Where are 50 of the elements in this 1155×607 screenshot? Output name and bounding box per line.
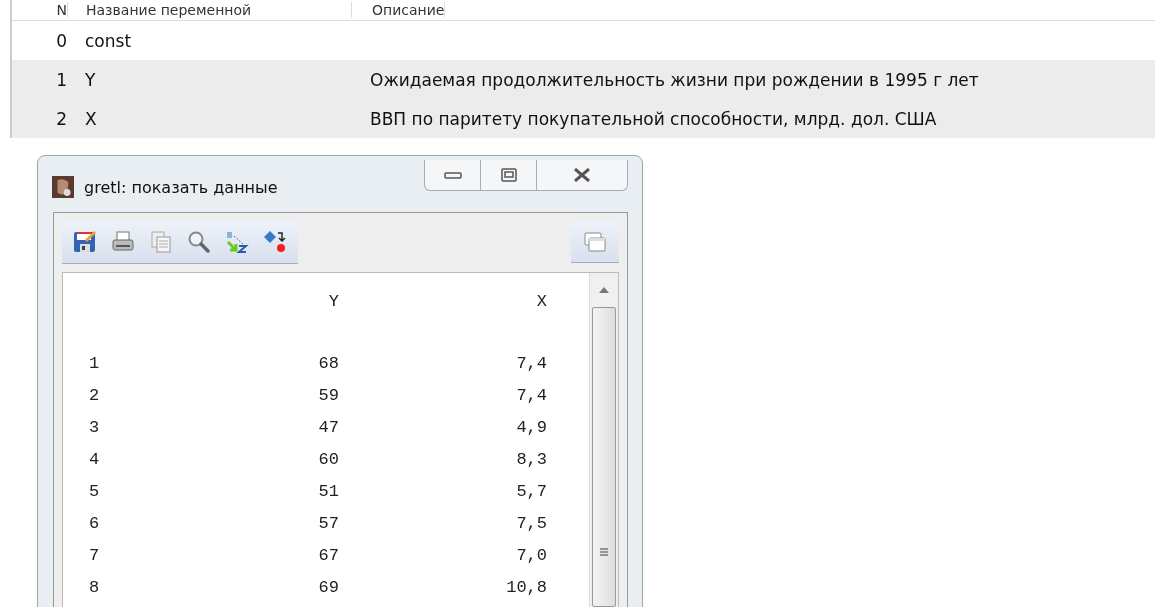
window-title: gretl: показать данные <box>84 177 278 197</box>
row-number: 2 <box>88 385 101 405</box>
maximize-icon <box>500 168 517 182</box>
variable-description: Ожидаемая продолжительность жизни при рождении в 1995 г лет <box>369 69 979 90</box>
data-value: 7,4 <box>515 353 547 373</box>
variable-number: 0 <box>55 30 67 51</box>
data-value: 7,4 <box>515 385 547 405</box>
close-icon <box>572 168 592 182</box>
scroll-up-icon[interactable] <box>599 287 609 293</box>
variable-number: 2 <box>55 108 67 129</box>
variable-number: 1 <box>55 69 67 90</box>
data-value: 59 <box>317 385 339 405</box>
row-number: 4 <box>88 449 101 469</box>
data-value: 7,5 <box>515 513 547 533</box>
data-value: 60 <box>317 449 339 469</box>
row-number: 1 <box>88 353 101 373</box>
data-value: 67 <box>317 545 339 565</box>
data-value: 8,3 <box>515 449 547 469</box>
row-number: 7 <box>88 545 101 565</box>
variable-description: ВВП по паритету покупательной способности, млрд. дол. США <box>369 108 937 129</box>
data-value: 7,0 <box>515 545 547 565</box>
column-header: X <box>535 291 547 311</box>
data-value: 10,8 <box>505 577 547 597</box>
scroll-thumb[interactable] <box>592 307 616 607</box>
data-value: 69 <box>317 577 339 597</box>
grip-icon <box>600 548 608 556</box>
column-header[interactable]: Название переменной <box>68 2 352 18</box>
variable-row[interactable]: 2 X ВВП по паритету покупательной способности, млрд. дол. США <box>12 99 1155 138</box>
variable-name: const <box>84 30 133 51</box>
minimize-icon <box>442 170 463 180</box>
column-header: Y <box>327 291 339 311</box>
column-header[interactable]: N <box>12 2 68 18</box>
data-value: 51 <box>317 481 339 501</box>
data-value: 68 <box>317 353 339 373</box>
data-value: 57 <box>317 513 339 533</box>
variable-row[interactable]: 0 const <box>12 21 1155 60</box>
scrollbar[interactable] <box>589 273 618 607</box>
variable-name: Y <box>84 69 97 90</box>
column-header[interactable]: Описание <box>352 2 446 18</box>
data-value: 47 <box>317 417 339 437</box>
variable-row[interactable]: 1 Y Ожидаемая продолжительность жизни при рождении в 1995 г лет <box>12 60 1155 99</box>
variable-name: X <box>84 108 98 129</box>
row-number: 3 <box>88 417 101 437</box>
row-number: 5 <box>88 481 101 501</box>
row-number: 8 <box>88 577 101 597</box>
data-value: 5,7 <box>515 481 547 501</box>
row-number: 6 <box>88 513 101 533</box>
windows-icon[interactable] <box>571 221 619 263</box>
app-icon <box>52 176 74 198</box>
data-value: 4,9 <box>515 417 547 437</box>
